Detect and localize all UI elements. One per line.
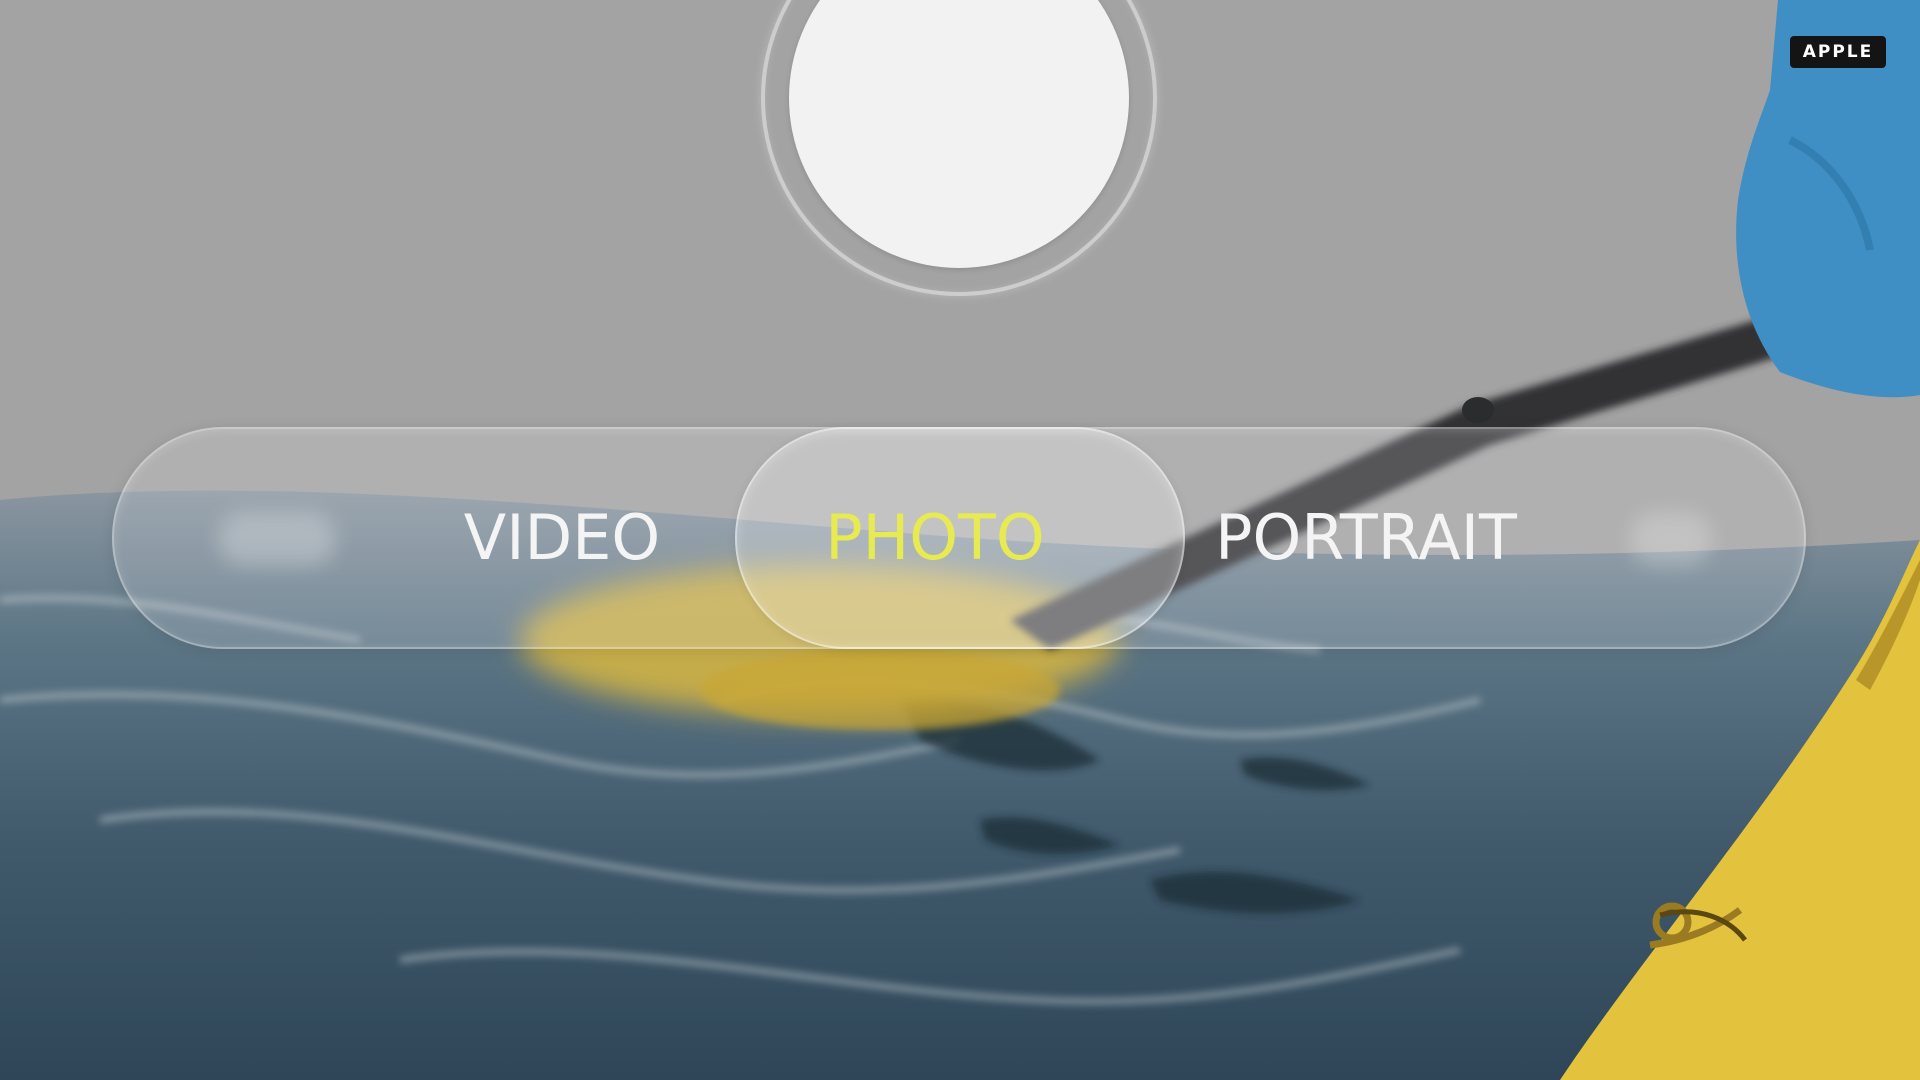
watermark-badge: APPLE [1790, 36, 1886, 68]
shutter-inner-disc [789, 0, 1129, 268]
camera-viewfinder: APPLE VIDEO PHOTO PORTRAIT [0, 0, 1920, 1080]
mode-video[interactable]: VIDEO [440, 498, 684, 578]
mode-portrait[interactable]: PORTRAIT [1200, 498, 1532, 578]
mode-offscreen-left[interactable] [218, 512, 336, 566]
mode-offscreen-right[interactable] [1630, 512, 1712, 566]
mode-photo[interactable]: PHOTO [800, 498, 1070, 578]
